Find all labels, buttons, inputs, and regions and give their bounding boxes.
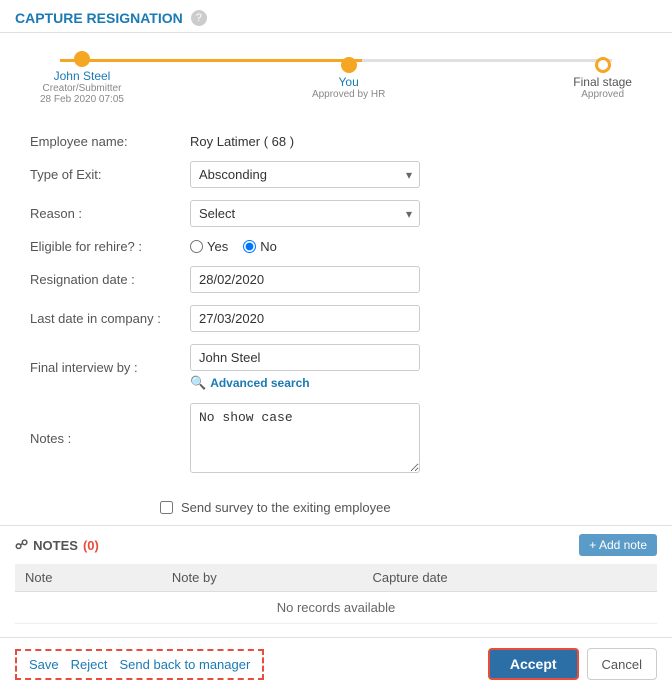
workflow-role-hr: Approved by HR: [312, 89, 385, 100]
workflow-step-hr: You Approved by HR: [312, 57, 385, 100]
eligible-yes-label: Yes: [207, 239, 228, 254]
save-button[interactable]: Save: [25, 655, 63, 674]
last-date-label: Last date in company :: [30, 311, 190, 326]
final-interview-row: Final interview by : 🔍 Advanced search: [30, 344, 652, 391]
employee-name-value: Roy Latimer ( 68 ): [190, 134, 294, 149]
no-records-text: No records available: [15, 592, 657, 624]
workflow-name-creator: John Steel: [54, 69, 111, 83]
resignation-date-label: Resignation date :: [30, 272, 190, 287]
search-icon: 🔍: [190, 375, 206, 391]
type-of-exit-select[interactable]: Absconding Resignation Retirement Dismis…: [190, 161, 420, 188]
workflow-steps: John Steel Creator/Submitter 28 Feb 2020…: [20, 41, 652, 105]
employee-name-label: Employee name:: [30, 134, 190, 149]
eligible-radio-group: Yes No: [190, 239, 277, 254]
eligible-no-option[interactable]: No: [243, 239, 277, 254]
action-footer: Save Reject Send back to manager Accept …: [0, 637, 672, 690]
table-row-empty: No records available: [15, 592, 657, 624]
notes-section: ☍ NOTES (0) + Add note Note Note by Capt…: [0, 525, 672, 632]
notes-count: (0): [83, 538, 99, 553]
reason-row: Reason : Select Personal Career Growth R…: [30, 200, 652, 227]
final-interview-label: Final interview by :: [30, 360, 190, 375]
resignation-date-row: Resignation date :: [30, 266, 652, 293]
last-date-input[interactable]: [190, 305, 420, 332]
workflow-name-hr: You: [339, 75, 359, 89]
eligible-yes-option[interactable]: Yes: [190, 239, 228, 254]
advanced-search-label: Advanced search: [210, 376, 309, 390]
workflow-date-creator: 28 Feb 2020 07:05: [40, 94, 124, 105]
eligible-no-label: No: [260, 239, 277, 254]
add-note-button[interactable]: + Add note: [579, 534, 657, 556]
reason-label: Reason :: [30, 206, 190, 221]
eligible-yes-radio[interactable]: [190, 240, 203, 253]
type-of-exit-row: Type of Exit: Absconding Resignation Ret…: [30, 161, 652, 188]
notes-icon: ☍: [15, 537, 28, 553]
workflow-dot-final: [595, 57, 611, 73]
workflow-dot-creator: [74, 51, 90, 67]
workflow-step-creator: John Steel Creator/Submitter 28 Feb 2020…: [40, 51, 124, 105]
send-back-button[interactable]: Send back to manager: [116, 655, 255, 674]
header: CAPTURE RESIGNATION ?: [0, 0, 672, 33]
workflow-name-final: Final stage: [573, 75, 632, 89]
col-note-by: Note by: [162, 564, 363, 592]
accept-button[interactable]: Accept: [488, 648, 579, 680]
eligible-row: Eligible for rehire? : Yes No: [30, 239, 652, 254]
type-of-exit-wrapper: Absconding Resignation Retirement Dismis…: [190, 161, 420, 188]
left-actions: Save Reject Send back to manager: [15, 649, 264, 680]
workflow-dot-hr: [341, 57, 357, 73]
survey-checkbox[interactable]: [160, 501, 173, 514]
resignation-date-input[interactable]: [190, 266, 420, 293]
eligible-no-radio[interactable]: [243, 240, 256, 253]
workflow-step-final: Final stage Approved: [573, 57, 632, 100]
last-date-row: Last date in company :: [30, 305, 652, 332]
notes-table: Note Note by Capture date No records ava…: [15, 564, 657, 624]
reject-button[interactable]: Reject: [67, 655, 112, 674]
workflow-role-creator: Creator/Submitter: [43, 83, 122, 94]
page-title: CAPTURE RESIGNATION: [15, 10, 183, 26]
employee-name-row: Employee name: Roy Latimer ( 68 ): [30, 134, 652, 149]
eligible-label: Eligible for rehire? :: [30, 239, 190, 254]
reason-wrapper: Select Personal Career Growth Relocation: [190, 200, 420, 227]
notes-textarea[interactable]: No show case: [190, 403, 420, 473]
notes-section-title: NOTES: [33, 538, 78, 553]
notes-label: Notes :: [30, 431, 190, 446]
col-note: Note: [15, 564, 162, 592]
help-icon[interactable]: ?: [191, 10, 207, 26]
notes-row: Notes : No show case: [30, 403, 652, 473]
cancel-button[interactable]: Cancel: [587, 648, 657, 680]
form-section: Employee name: Roy Latimer ( 68 ) Type o…: [0, 119, 672, 495]
type-of-exit-label: Type of Exit:: [30, 167, 190, 182]
right-actions: Accept Cancel: [488, 648, 657, 680]
advanced-search-button[interactable]: 🔍 Advanced search: [190, 375, 420, 391]
notes-header: ☍ NOTES (0) + Add note: [15, 534, 657, 556]
reason-select[interactable]: Select Personal Career Growth Relocation: [190, 200, 420, 227]
final-interview-input[interactable]: [190, 344, 420, 371]
col-capture-date: Capture date: [362, 564, 657, 592]
workflow-role-final: Approved: [581, 89, 624, 100]
survey-row: Send survey to the exiting employee: [0, 495, 672, 520]
notes-title: ☍ NOTES (0): [15, 537, 99, 553]
survey-label[interactable]: Send survey to the exiting employee: [181, 500, 391, 515]
